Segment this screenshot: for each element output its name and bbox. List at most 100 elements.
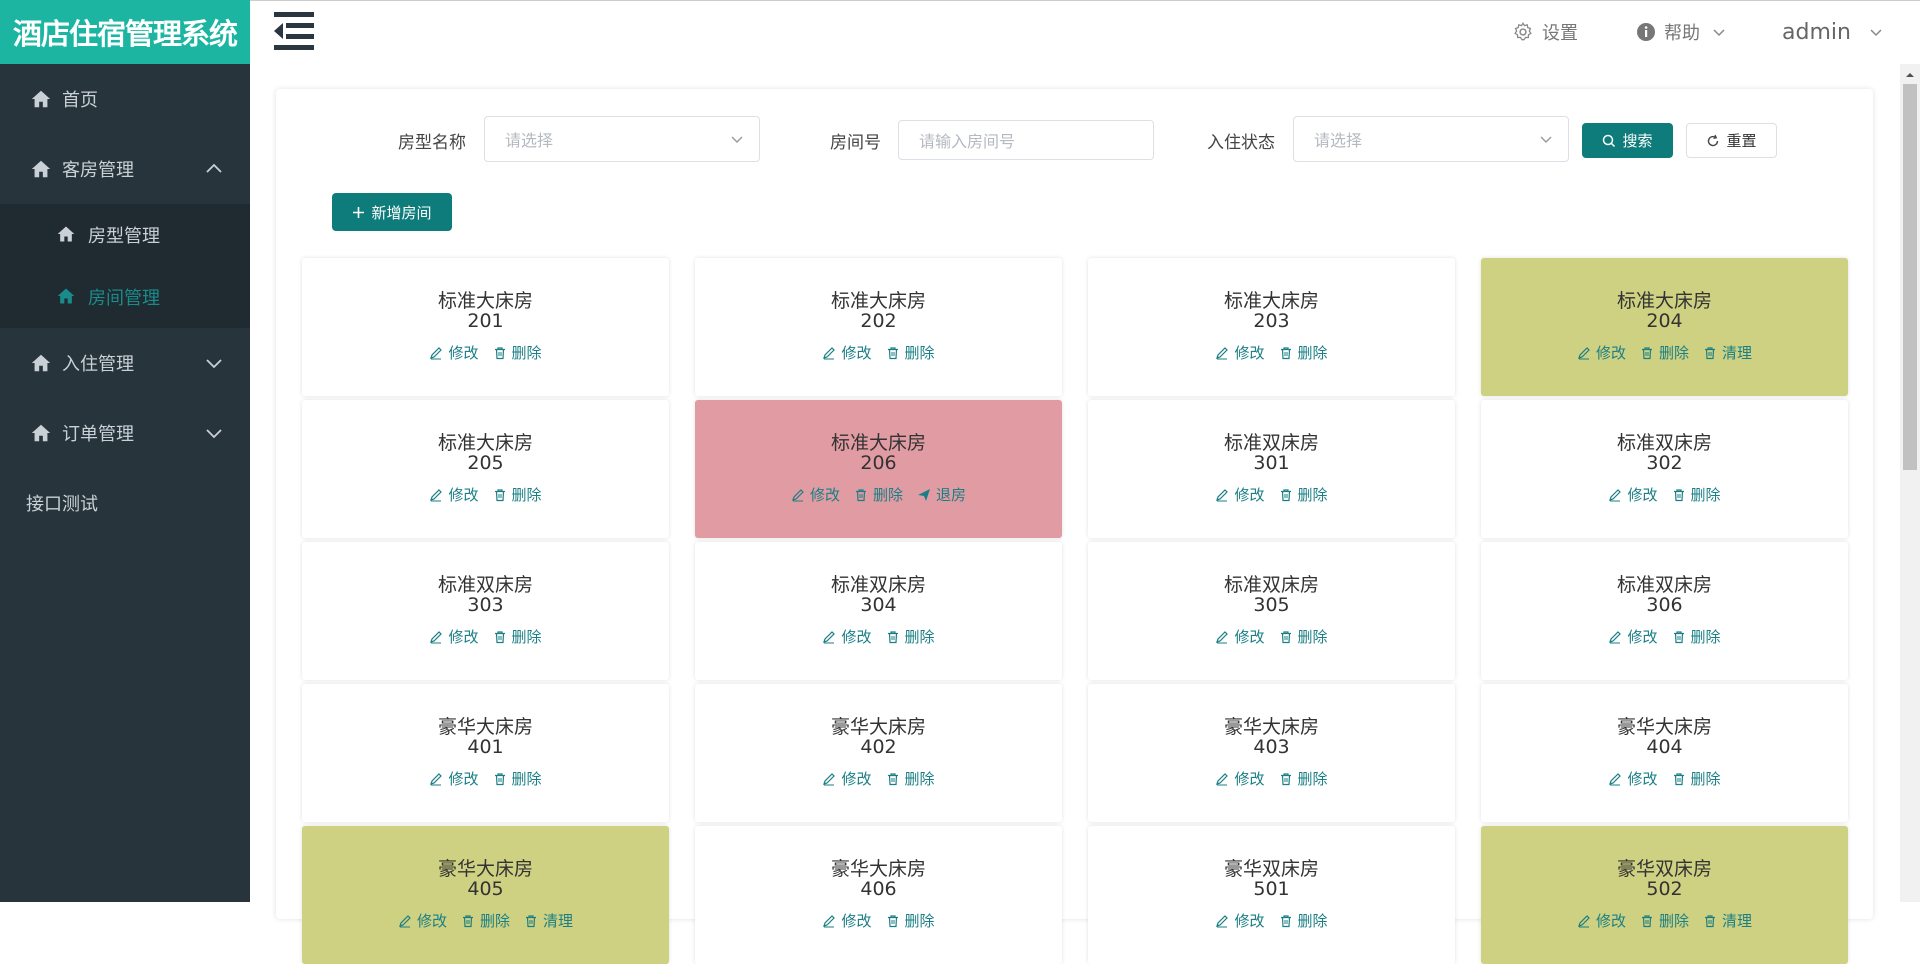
edit-room-button[interactable]: 修改: [429, 626, 479, 647]
edit-room-button[interactable]: 修改: [1215, 342, 1265, 363]
sidebar: 酒店住宿管理系统 首页 客房管理 房型管理 房间管理 入住管理 订单管理 接口测…: [0, 0, 250, 902]
room-type: 标准大床房: [1223, 290, 1319, 312]
edit-room-button[interactable]: 修改: [791, 484, 840, 505]
reset-button[interactable]: 重置: [1686, 123, 1777, 158]
trash-icon: [886, 346, 900, 360]
search-button[interactable]: 搜索: [1582, 123, 1673, 158]
trash-icon: [1279, 914, 1293, 928]
delete-room-button[interactable]: 删除: [854, 484, 903, 505]
delete-room-button[interactable]: 删除: [886, 910, 935, 931]
room-card[interactable]: 豪华大床房 406 修改 删除: [695, 826, 1062, 964]
edit-room-button[interactable]: 修改: [1577, 910, 1626, 931]
trash-icon: [493, 630, 507, 644]
edit-room-button[interactable]: 修改: [429, 768, 479, 789]
room-card[interactable]: 标准双床房 302 修改 删除: [1481, 400, 1848, 538]
sidebar-item-checkin[interactable]: 入住管理: [0, 328, 250, 398]
room-card[interactable]: 标准双床房 304 修改 删除: [695, 542, 1062, 680]
room-number: 502: [1646, 878, 1683, 900]
sidebar-item-api-test[interactable]: 接口测试: [0, 468, 250, 538]
room-actions: 修改 删除: [1088, 342, 1455, 363]
delete-room-button[interactable]: 删除: [1279, 484, 1328, 505]
send-icon: [917, 488, 931, 502]
sidebar-item-room[interactable]: 房间管理: [0, 266, 250, 328]
delete-room-button[interactable]: 删除: [493, 484, 542, 505]
room-card[interactable]: 豪华大床房 405 修改 删除 清理: [302, 826, 669, 964]
clean-room-button[interactable]: 清理: [1703, 342, 1752, 363]
delete-room-button[interactable]: 删除: [1279, 342, 1328, 363]
user-menu[interactable]: admin: [1782, 0, 1883, 64]
edit-room-button[interactable]: 修改: [1215, 484, 1265, 505]
clean-room-button[interactable]: 清理: [1703, 910, 1752, 931]
edit-room-button[interactable]: 修改: [1577, 342, 1626, 363]
sidebar-item-label: 首页: [62, 90, 98, 111]
sidebar-item-home[interactable]: 首页: [0, 64, 250, 134]
delete-room-button[interactable]: 删除: [1672, 768, 1721, 789]
room-type-select[interactable]: 请选择: [484, 116, 760, 162]
edit-room-button[interactable]: 修改: [429, 484, 479, 505]
room-card[interactable]: 豪华大床房 401 修改 删除: [302, 684, 669, 822]
delete-room-button[interactable]: 删除: [1672, 484, 1721, 505]
delete-room-button[interactable]: 删除: [493, 626, 542, 647]
add-room-button[interactable]: 新增房间: [332, 193, 452, 231]
sidebar-item-orders[interactable]: 订单管理: [0, 398, 250, 468]
room-card[interactable]: 豪华大床房 403 修改 删除: [1088, 684, 1455, 822]
room-card[interactable]: 标准双床房 306 修改 删除: [1481, 542, 1848, 680]
room-card[interactable]: 标准双床房 303 修改 删除: [302, 542, 669, 680]
delete-room-button[interactable]: 删除: [1640, 910, 1689, 931]
menu-toggle-icon[interactable]: [270, 10, 318, 52]
edit-room-button-label: 修改: [1595, 344, 1626, 362]
edit-room-button[interactable]: 修改: [1215, 626, 1265, 647]
edit-room-button[interactable]: 修改: [1215, 910, 1265, 931]
delete-room-button[interactable]: 删除: [886, 626, 935, 647]
delete-room-button[interactable]: 删除: [493, 342, 542, 363]
room-card[interactable]: 标准大床房 206 修改 删除 退房: [695, 400, 1062, 538]
room-card[interactable]: 豪华双床房 502 修改 删除 清理: [1481, 826, 1848, 964]
trash-icon: [1279, 488, 1293, 502]
delete-room-button[interactable]: 删除: [1279, 768, 1328, 789]
edit-room-button[interactable]: 修改: [1608, 768, 1658, 789]
edit-room-button[interactable]: 修改: [1608, 626, 1658, 647]
delete-room-button[interactable]: 删除: [493, 768, 542, 789]
delete-room-button[interactable]: 删除: [886, 342, 935, 363]
room-number: 402: [860, 736, 897, 758]
delete-room-button-label: 删除: [511, 486, 542, 504]
room-card[interactable]: 豪华大床房 402 修改 删除: [695, 684, 1062, 822]
edit-room-button[interactable]: 修改: [822, 626, 872, 647]
delete-room-button[interactable]: 删除: [1279, 910, 1328, 931]
sidebar-item-room-type[interactable]: 房型管理: [0, 204, 250, 266]
trash-icon: [1672, 488, 1686, 502]
room-card[interactable]: 标准大床房 204 修改 删除 清理: [1481, 258, 1848, 396]
checkout-room-button[interactable]: 退房: [917, 484, 966, 505]
room-card[interactable]: 豪华大床房 404 修改 删除: [1481, 684, 1848, 822]
edit-room-button[interactable]: 修改: [1608, 484, 1658, 505]
room-no-input[interactable]: 请输入房间号: [898, 120, 1154, 160]
room-card[interactable]: 标准双床房 301 修改 删除: [1088, 400, 1455, 538]
edit-room-button[interactable]: 修改: [822, 768, 872, 789]
delete-room-button[interactable]: 删除: [886, 768, 935, 789]
room-card[interactable]: 标准大床房 205 修改 删除: [302, 400, 669, 538]
delete-room-button[interactable]: 删除: [1672, 626, 1721, 647]
help-menu[interactable]: 帮助: [1636, 0, 1726, 64]
status-placeholder: 请选择: [1314, 131, 1363, 150]
status-select[interactable]: 请选择: [1293, 116, 1569, 162]
scrollbar-thumb[interactable]: [1903, 84, 1917, 470]
status-label: 入住状态: [1207, 133, 1275, 153]
chevron-up-icon: [204, 159, 224, 179]
settings-menu[interactable]: 设置: [1512, 0, 1578, 64]
room-card[interactable]: 标准双床房 305 修改 删除: [1088, 542, 1455, 680]
edit-room-button[interactable]: 修改: [822, 910, 872, 931]
sidebar-item-room-management[interactable]: 客房管理: [0, 134, 250, 204]
delete-room-button[interactable]: 删除: [1640, 342, 1689, 363]
room-card[interactable]: 标准大床房 202 修改 删除: [695, 258, 1062, 396]
delete-room-button[interactable]: 删除: [461, 910, 510, 931]
edit-room-button[interactable]: 修改: [822, 342, 872, 363]
room-card[interactable]: 标准大床房 203 修改 删除: [1088, 258, 1455, 396]
room-card[interactable]: 豪华双床房 501 修改 删除: [1088, 826, 1455, 964]
delete-room-button[interactable]: 删除: [1279, 626, 1328, 647]
edit-room-button[interactable]: 修改: [1215, 768, 1265, 789]
edit-room-button[interactable]: 修改: [429, 342, 479, 363]
room-card[interactable]: 标准大床房 201 修改 删除: [302, 258, 669, 396]
clean-room-button[interactable]: 清理: [524, 910, 573, 931]
scroll-up-icon[interactable]: [1904, 66, 1916, 78]
edit-room-button[interactable]: 修改: [398, 910, 447, 931]
